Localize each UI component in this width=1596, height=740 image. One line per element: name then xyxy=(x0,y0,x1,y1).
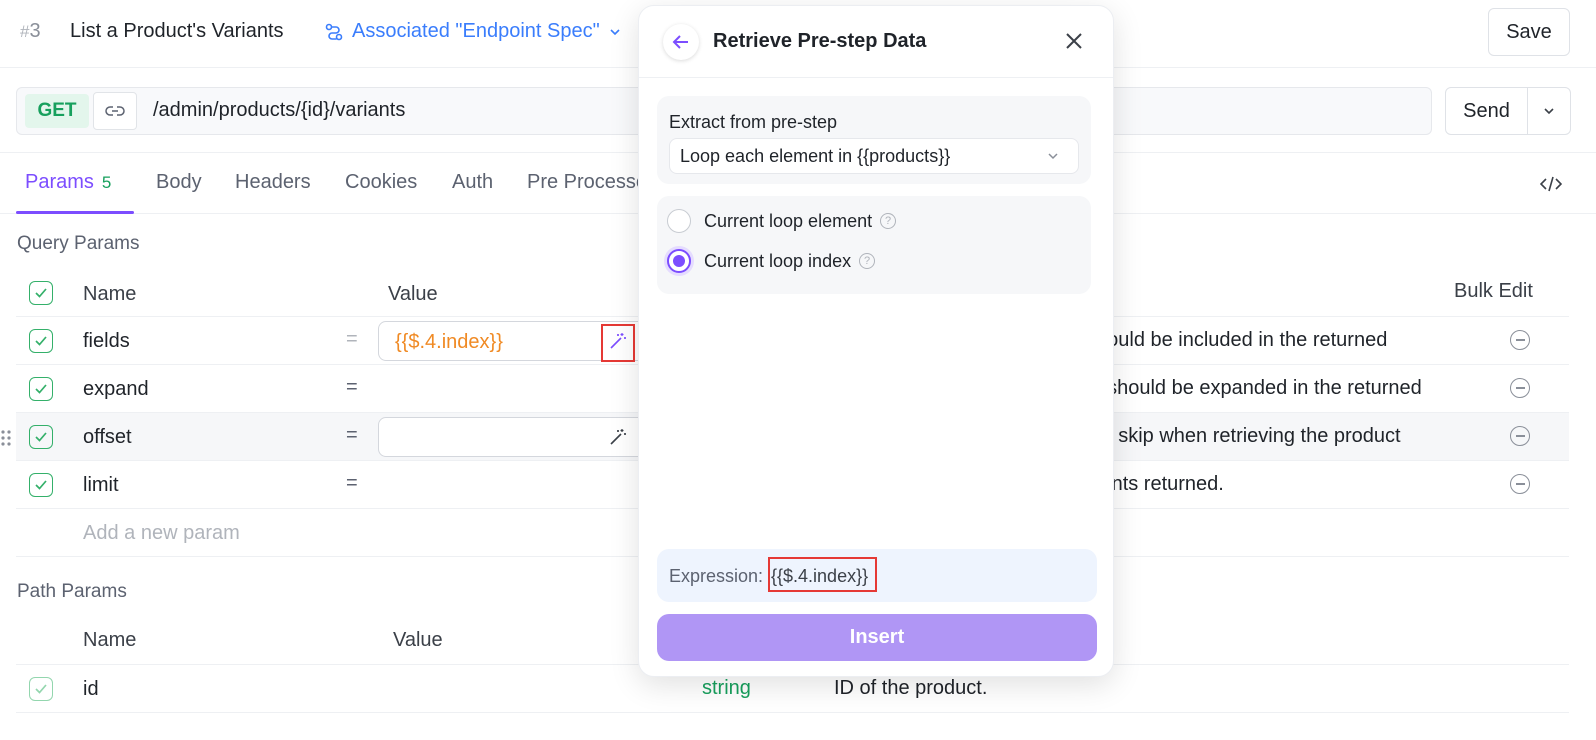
request-title[interactable]: List a Product's Variants xyxy=(70,20,284,43)
extract-select[interactable]: Loop each element in {{products}} xyxy=(669,138,1079,174)
equals-sign: = xyxy=(346,424,358,446)
arrow-left-icon xyxy=(672,35,688,49)
param-name[interactable]: offset xyxy=(83,426,132,449)
chevron-down-icon xyxy=(610,28,620,35)
close-button[interactable] xyxy=(1061,28,1087,54)
send-button-group: Send xyxy=(1445,87,1571,135)
check-icon xyxy=(35,480,47,490)
url-input[interactable]: /admin/products/{id}/variants xyxy=(153,99,405,122)
add-param-input[interactable]: Add a new param xyxy=(83,522,240,545)
back-button[interactable] xyxy=(663,24,699,60)
loop-option-card: Current loop element ? Current loop inde… xyxy=(657,196,1091,294)
magic-wand-button[interactable] xyxy=(605,424,631,450)
value-column-header: Value xyxy=(393,629,443,651)
highlight-box xyxy=(601,324,635,362)
associated-spec-dropdown[interactable]: Associated "Endpoint Spec" xyxy=(324,20,622,43)
remove-param-icon[interactable] xyxy=(1510,426,1530,446)
send-button[interactable]: Send xyxy=(1446,88,1528,134)
chevron-down-icon xyxy=(1048,153,1058,160)
radio-button-selected[interactable] xyxy=(667,249,691,273)
param-name[interactable]: expand xyxy=(83,378,149,401)
equals-sign: = xyxy=(346,472,358,494)
popover-title: Retrieve Pre-step Data xyxy=(713,30,927,52)
check-icon xyxy=(35,336,47,346)
help-icon[interactable]: ? xyxy=(880,213,897,229)
check-icon xyxy=(35,288,47,298)
param-description: iants returned. xyxy=(1096,473,1224,495)
param-checkbox xyxy=(29,677,53,701)
param-description: to skip when retrieving the product xyxy=(1096,425,1401,447)
check-icon xyxy=(35,684,47,694)
code-icon[interactable] xyxy=(1540,175,1562,193)
params-count-badge: 5 xyxy=(101,173,112,192)
link-button[interactable] xyxy=(93,92,137,130)
chevron-down-icon xyxy=(1544,108,1554,115)
extract-card: Extract from pre-step Loop each element … xyxy=(657,96,1091,184)
extract-select-value: Loop each element in {{products}} xyxy=(680,146,951,166)
extract-label: Extract from pre-step xyxy=(669,112,838,132)
bulk-edit-button[interactable]: Bulk Edit xyxy=(1454,280,1533,303)
drag-handle-icon[interactable] xyxy=(0,429,12,447)
option-current-loop-element[interactable]: Current loop element ? xyxy=(667,209,897,233)
option-current-loop-index[interactable]: Current loop index ? xyxy=(667,249,876,273)
link-icon xyxy=(105,106,125,116)
remove-param-icon[interactable] xyxy=(1510,378,1530,398)
param-checkbox[interactable] xyxy=(29,377,53,401)
tab-auth[interactable]: Auth xyxy=(452,171,493,194)
param-checkbox[interactable] xyxy=(29,425,53,449)
request-number: #3 xyxy=(20,20,41,42)
select-all-checkbox[interactable] xyxy=(29,281,53,305)
param-value-input[interactable]: {{$.4.index}} xyxy=(378,321,658,362)
expression-label: Expression: xyxy=(669,566,764,586)
remove-param-icon[interactable] xyxy=(1510,474,1530,494)
expression-box: Expression: {{$.4.index}} xyxy=(657,549,1097,602)
tab-headers[interactable]: Headers xyxy=(235,171,311,194)
value-column-header: Value xyxy=(388,283,438,305)
close-icon xyxy=(1066,33,1082,49)
param-description: t should be expanded in the returned xyxy=(1096,377,1422,399)
active-tab-indicator xyxy=(16,211,134,214)
name-column-header: Name xyxy=(83,283,137,305)
equals-sign: = xyxy=(346,328,358,350)
param-value: {{$.4.index}} xyxy=(395,331,503,353)
path-params-title: Path Params xyxy=(17,581,127,602)
query-params-title: Query Params xyxy=(17,233,140,254)
check-icon xyxy=(35,384,47,394)
tab-params[interactable]: Params 5 xyxy=(25,171,111,194)
param-checkbox[interactable] xyxy=(29,329,53,353)
method-select[interactable]: GET xyxy=(25,94,89,128)
tab-cookies[interactable]: Cookies xyxy=(345,171,417,194)
highlight-box xyxy=(768,557,877,592)
help-icon[interactable]: ? xyxy=(859,253,876,269)
connection-icon xyxy=(325,23,343,40)
param-name[interactable]: id xyxy=(83,678,99,701)
param-value-input[interactable] xyxy=(378,417,658,457)
popover-header: Retrieve Pre-step Data xyxy=(639,6,1113,78)
param-description: ID of the product. xyxy=(834,677,988,699)
tab-body[interactable]: Body xyxy=(156,171,202,194)
radio-button[interactable] xyxy=(667,209,691,233)
retrieve-pre-step-data-popover: Retrieve Pre-step Data Extract from pre-… xyxy=(638,5,1114,677)
param-checkbox[interactable] xyxy=(29,473,53,497)
check-icon xyxy=(35,432,47,442)
remove-param-icon[interactable] xyxy=(1510,330,1530,350)
magic-wand-icon xyxy=(610,429,626,445)
send-options-button[interactable] xyxy=(1528,88,1570,134)
param-description: hould be included in the returned xyxy=(1096,329,1388,351)
param-name[interactable]: fields xyxy=(83,330,130,353)
name-column-header: Name xyxy=(83,629,137,651)
save-button[interactable]: Save xyxy=(1488,8,1570,56)
param-type[interactable]: string xyxy=(702,677,751,700)
param-name[interactable]: limit xyxy=(83,474,119,497)
insert-button[interactable]: Insert xyxy=(657,614,1097,661)
tab-pre-processors[interactable]: Pre Processe xyxy=(527,171,647,194)
equals-sign: = xyxy=(346,376,358,398)
